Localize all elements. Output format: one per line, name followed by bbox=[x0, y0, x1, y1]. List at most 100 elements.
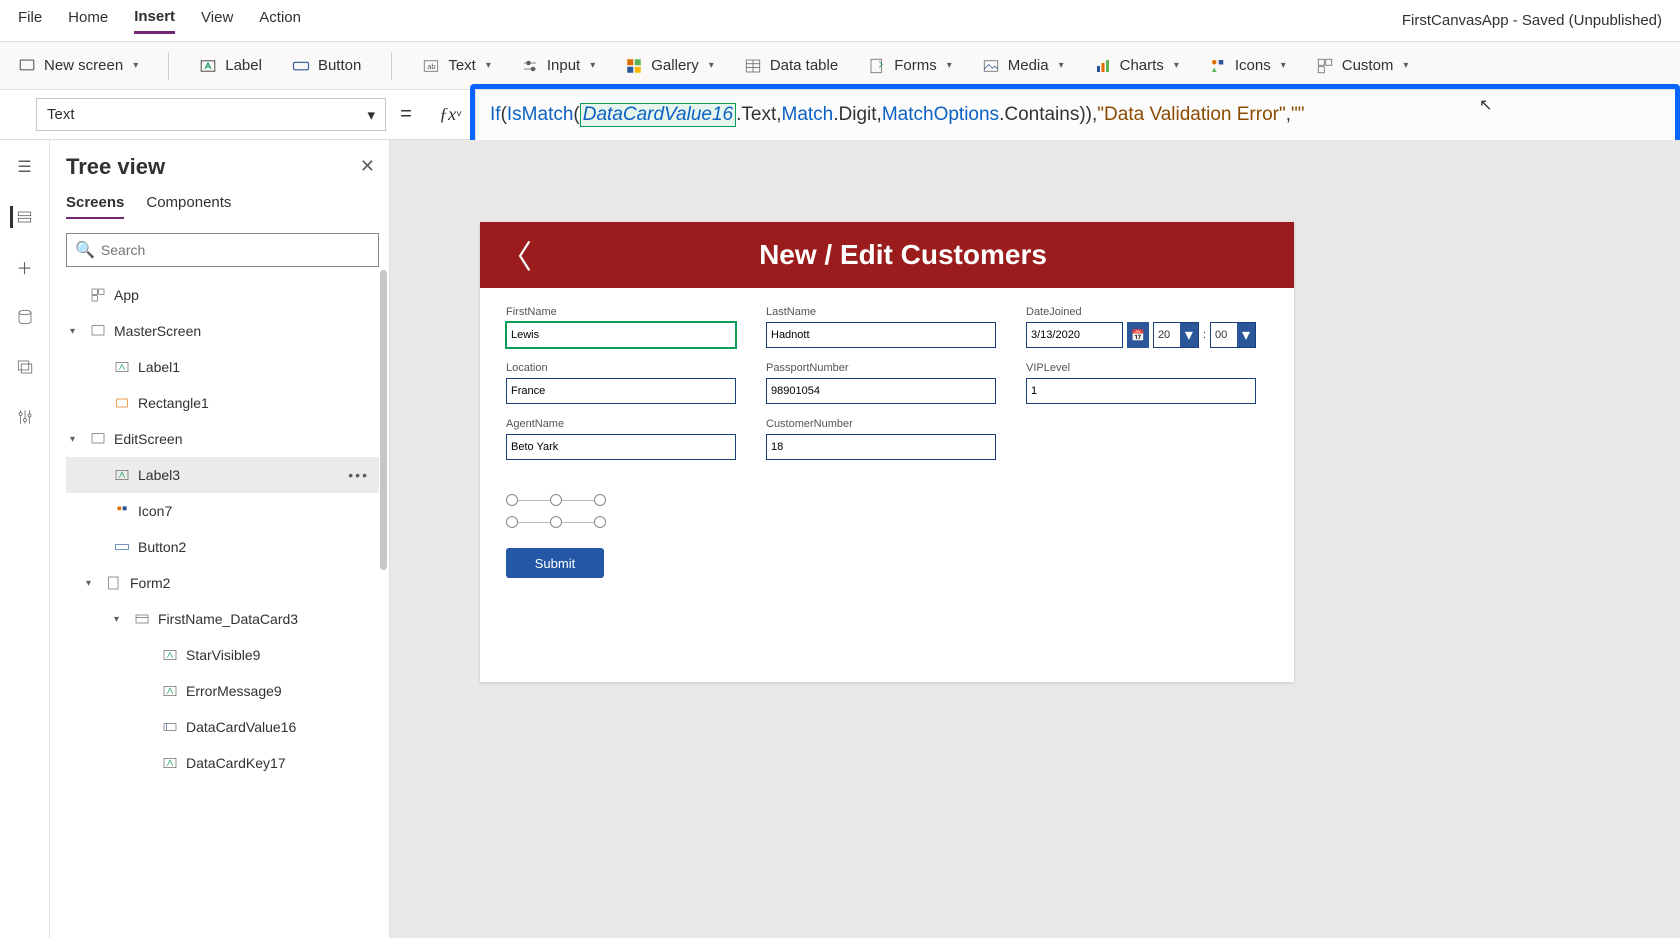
app-icon bbox=[90, 287, 106, 303]
charts-menu[interactable]: Charts▾ bbox=[1094, 57, 1179, 75]
passport-input[interactable] bbox=[766, 378, 996, 404]
chevron-down-icon: ▾ bbox=[709, 60, 714, 71]
label-icon bbox=[114, 467, 130, 483]
field-lastname: LastName bbox=[766, 306, 996, 348]
menu-home[interactable]: Home bbox=[68, 9, 108, 32]
menu-action[interactable]: Action bbox=[259, 9, 301, 32]
node-form2[interactable]: ▾Form2 bbox=[66, 565, 379, 601]
minute-select[interactable]: 00▾ bbox=[1210, 322, 1256, 348]
property-selector[interactable]: Text ▾ bbox=[36, 98, 386, 131]
card-icon bbox=[134, 611, 150, 627]
settings-icon[interactable] bbox=[14, 406, 36, 428]
node-errormessage9[interactable]: ErrorMessage9 bbox=[66, 673, 379, 709]
design-canvas[interactable]: 〈 New / Edit Customers FirstName LastNam… bbox=[390, 140, 1680, 938]
location-input[interactable] bbox=[506, 378, 736, 404]
node-button2[interactable]: Button2 bbox=[66, 529, 379, 565]
firstname-input[interactable] bbox=[506, 322, 736, 348]
field-passport: PassportNumber bbox=[766, 362, 996, 404]
chevron-down-icon: ▾ bbox=[1403, 60, 1408, 71]
node-app[interactable]: App bbox=[66, 277, 379, 313]
data-table-button[interactable]: Data table bbox=[744, 57, 838, 75]
label-icon bbox=[162, 755, 178, 771]
text-menu[interactable]: ab Text▾ bbox=[422, 57, 491, 75]
icon-icon bbox=[114, 503, 130, 519]
button-icon bbox=[292, 57, 310, 75]
label-button[interactable]: Label bbox=[199, 57, 262, 75]
node-icon7[interactable]: Icon7 bbox=[66, 493, 379, 529]
equals-label: = bbox=[386, 90, 426, 139]
label-icon bbox=[162, 647, 178, 663]
node-label1[interactable]: Label1 bbox=[66, 349, 379, 385]
data-icon[interactable] bbox=[14, 306, 36, 328]
vip-input[interactable] bbox=[1026, 378, 1256, 404]
submit-button[interactable]: Submit bbox=[506, 548, 604, 578]
menu-file[interactable]: File bbox=[18, 9, 42, 32]
table-icon bbox=[744, 57, 762, 75]
input-menu[interactable]: Input▾ bbox=[521, 57, 595, 75]
hamburger-icon[interactable]: ☰ bbox=[14, 156, 36, 178]
forms-icon bbox=[868, 57, 886, 75]
screen-icon bbox=[90, 431, 106, 447]
node-firstname-datacard[interactable]: ▾FirstName_DataCard3 bbox=[66, 601, 379, 637]
selection-handles[interactable] bbox=[506, 494, 606, 528]
media-menu[interactable]: Media▾ bbox=[982, 57, 1064, 75]
menu-view[interactable]: View bbox=[201, 9, 233, 32]
button-button[interactable]: Button bbox=[292, 57, 361, 75]
field-custnum: CustomerNumber bbox=[766, 418, 996, 460]
agent-input[interactable] bbox=[506, 434, 736, 460]
media-icon bbox=[982, 57, 1000, 75]
hour-select[interactable]: 20▾ bbox=[1153, 322, 1199, 348]
node-label3[interactable]: Label3••• bbox=[66, 457, 379, 493]
date-input[interactable] bbox=[1026, 322, 1123, 348]
input-icon bbox=[521, 57, 539, 75]
media-rail-icon[interactable] bbox=[14, 356, 36, 378]
node-editscreen[interactable]: ▾EditScreen bbox=[66, 421, 379, 457]
separator bbox=[391, 52, 392, 80]
node-masterscreen[interactable]: ▾MasterScreen bbox=[66, 313, 379, 349]
forms-menu[interactable]: Forms▾ bbox=[868, 57, 952, 75]
tab-components[interactable]: Components bbox=[146, 194, 231, 219]
scrollbar-thumb[interactable] bbox=[380, 270, 387, 570]
node-rectangle1[interactable]: Rectangle1 bbox=[66, 385, 379, 421]
menu-insert[interactable]: Insert bbox=[134, 8, 175, 34]
node-datacardvalue16[interactable]: DataCardValue16 bbox=[66, 709, 379, 745]
icons-menu[interactable]: Icons▾ bbox=[1209, 57, 1286, 75]
tree-view-panel: Tree view ✕ Screens Components 🔍 App ▾Ma… bbox=[50, 140, 390, 938]
app-preview: 〈 New / Edit Customers FirstName LastNam… bbox=[480, 222, 1294, 682]
back-icon[interactable]: 〈 bbox=[500, 232, 532, 278]
icons-icon bbox=[1209, 57, 1227, 75]
chevron-down-icon: ▾ bbox=[1180, 323, 1198, 347]
screen-icon bbox=[90, 323, 106, 339]
screen-icon bbox=[18, 57, 36, 75]
tree-search[interactable]: 🔍 bbox=[66, 233, 379, 267]
separator bbox=[168, 52, 169, 80]
search-input[interactable] bbox=[101, 242, 370, 258]
node-datacardkey17[interactable]: DataCardKey17 bbox=[66, 745, 379, 781]
app-title: FirstCanvasApp - Saved (Unpublished) bbox=[1402, 12, 1662, 29]
fx-label[interactable]: ƒx˅ bbox=[426, 90, 476, 139]
top-menubar: File Home Insert View Action FirstCanvas… bbox=[0, 0, 1680, 42]
more-icon[interactable]: ••• bbox=[348, 467, 369, 483]
chevron-down-icon: ▾ bbox=[1281, 60, 1286, 71]
search-icon: 🔍 bbox=[75, 240, 95, 260]
rectangle-icon bbox=[114, 395, 130, 411]
custnum-input[interactable] bbox=[766, 434, 996, 460]
close-icon[interactable]: ✕ bbox=[360, 156, 375, 177]
calendar-icon[interactable]: 📅 bbox=[1127, 322, 1149, 348]
lastname-input[interactable] bbox=[766, 322, 996, 348]
new-screen-button[interactable]: New screen▾ bbox=[18, 57, 138, 75]
formula-row: Text ▾ = ƒx˅ If(IsMatch(DataCardValue16.… bbox=[0, 90, 1680, 140]
tab-screens[interactable]: Screens bbox=[66, 194, 124, 219]
tree-view-icon[interactable] bbox=[10, 206, 32, 228]
custom-icon bbox=[1316, 57, 1334, 75]
gallery-menu[interactable]: Gallery▾ bbox=[625, 57, 714, 75]
app-header: 〈 New / Edit Customers bbox=[480, 222, 1294, 288]
custom-menu[interactable]: Custom▾ bbox=[1316, 57, 1409, 75]
formula-bar[interactable]: If(IsMatch(DataCardValue16.Text, Match.D… bbox=[476, 90, 1680, 140]
node-starvisible9[interactable]: StarVisible9 bbox=[66, 637, 379, 673]
label-icon bbox=[114, 359, 130, 375]
charts-icon bbox=[1094, 57, 1112, 75]
chevron-down-icon: ▾ bbox=[1237, 323, 1255, 347]
app-header-title: New / Edit Customers bbox=[532, 239, 1274, 271]
add-icon[interactable]: ＋ bbox=[14, 256, 36, 278]
